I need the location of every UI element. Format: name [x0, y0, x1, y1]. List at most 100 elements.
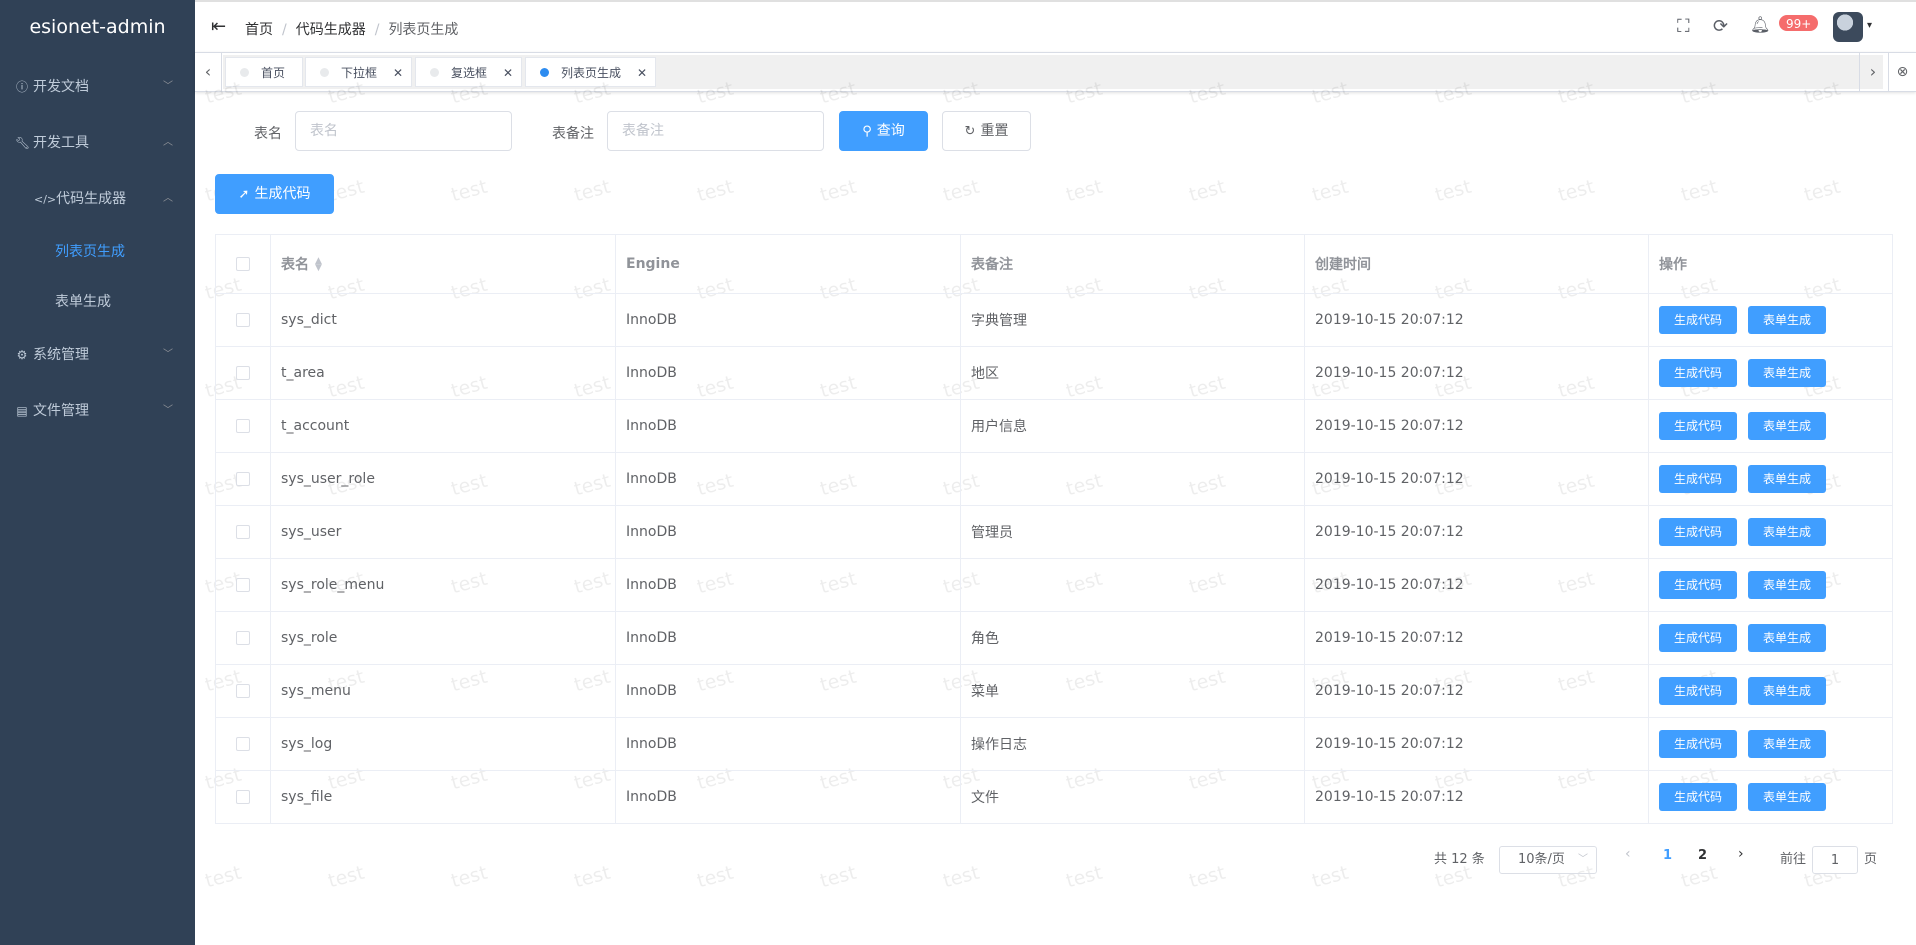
tag-list-page-gen[interactable]: 列表页生成 ✕: [525, 57, 656, 87]
sidebar-item-code-generator[interactable]: </>代码生成器 ︿: [0, 171, 195, 227]
watermark-text: test: [1678, 861, 1720, 893]
row-generate-code-button[interactable]: 生成代码: [1659, 412, 1738, 440]
row-generate-code-button[interactable]: 生成代码: [1659, 306, 1738, 334]
row-checkbox[interactable]: [236, 737, 250, 751]
row-form-generate-button[interactable]: 表单生成: [1748, 306, 1827, 334]
sidebar-item-form-gen[interactable]: 表单生成: [0, 277, 195, 327]
row-form-generate-button[interactable]: 表单生成: [1748, 571, 1827, 599]
tag-dropdown[interactable]: 下拉框 ✕: [305, 57, 412, 87]
bell-icon[interactable]: 🔔︎: [1750, 15, 1770, 34]
table-comment-input[interactable]: [607, 111, 824, 151]
cell-engine: InnoDB: [615, 505, 961, 559]
row-checkbox[interactable]: [236, 684, 250, 698]
breadcrumb-item-code-gen[interactable]: 代码生成器: [296, 22, 366, 38]
chevron-down-icon: ﹀: [163, 81, 173, 92]
watermark-text: test: [1186, 861, 1228, 893]
row-form-generate-button[interactable]: 表单生成: [1748, 518, 1827, 546]
sidebar-item-label: 系统管理: [33, 347, 89, 363]
cell-comment: 文件: [960, 770, 1305, 824]
row-checkbox[interactable]: [236, 313, 250, 327]
breadcrumb-item-home[interactable]: 首页: [245, 22, 273, 38]
cell-table-name: t_account: [270, 399, 616, 453]
watermark-text: test: [817, 861, 859, 893]
watermark-text: test: [1555, 175, 1597, 207]
row-checkbox[interactable]: [236, 578, 250, 592]
goto-page-input[interactable]: [1812, 846, 1858, 874]
row-checkbox[interactable]: [236, 525, 250, 539]
row-generate-code-button[interactable]: 生成代码: [1659, 677, 1738, 705]
cell-table-name: sys_user: [270, 505, 616, 559]
page-size-select[interactable]: 10条/页 ﹀: [1499, 846, 1597, 874]
refresh-icon[interactable]: ⟳: [1713, 16, 1728, 37]
row-generate-code-button[interactable]: 生成代码: [1659, 571, 1738, 599]
menu-fold-icon[interactable]: ⇤: [211, 16, 226, 37]
close-icon[interactable]: ✕: [637, 58, 647, 88]
tag-dot-icon: [540, 68, 549, 77]
sidebar-item-dev-tools[interactable]: 🔧︎ 开发工具 ︿: [0, 115, 195, 171]
row-generate-code-button[interactable]: 生成代码: [1659, 465, 1738, 493]
page-number-2[interactable]: 2: [1698, 848, 1707, 863]
page-number-1[interactable]: 1: [1663, 848, 1672, 863]
row-checkbox[interactable]: [236, 631, 250, 645]
row-form-generate-button[interactable]: 表单生成: [1748, 677, 1827, 705]
sidebar-item-list-page-gen[interactable]: 列表页生成: [0, 227, 195, 277]
row-generate-code-button[interactable]: 生成代码: [1659, 359, 1738, 387]
row-form-generate-button[interactable]: 表单生成: [1748, 412, 1827, 440]
tag-checkbox[interactable]: 复选框 ✕: [415, 57, 522, 87]
table-row: t_area InnoDB 地区 2019-10-15 20:07:12 生成代码 表单生…: [215, 346, 1893, 400]
query-button[interactable]: ⚲ 查询: [839, 111, 928, 151]
watermark-text: test: [940, 861, 982, 893]
tags-scroll-left-icon[interactable]: ‹: [195, 53, 222, 91]
cell-engine: InnoDB: [615, 664, 961, 718]
watermark-text: test: [694, 175, 736, 207]
generate-code-button[interactable]: ➚ 生成代码: [215, 174, 334, 214]
sidebar-item-files[interactable]: ▤ 文件管理 ﹀: [0, 383, 195, 439]
row-select-cell: [215, 611, 271, 665]
search-icon: ⚲: [862, 124, 872, 139]
row-checkbox[interactable]: [236, 366, 250, 380]
next-page-icon[interactable]: ›: [1738, 846, 1744, 862]
row-checkbox[interactable]: [236, 472, 250, 486]
column-header-table-name[interactable]: 表名 ▲ ▼: [270, 234, 616, 294]
cell-comment: 字典管理: [960, 293, 1305, 347]
tag-home[interactable]: 首页: [225, 57, 303, 87]
sidebar-item-system[interactable]: ⚙ 系统管理 ﹀: [0, 327, 195, 383]
row-form-generate-button[interactable]: 表单生成: [1748, 783, 1827, 811]
cell-created: 2019-10-15 20:07:12: [1304, 346, 1649, 400]
row-select-cell: [215, 717, 271, 771]
row-form-generate-button[interactable]: 表单生成: [1748, 624, 1827, 652]
row-checkbox[interactable]: [236, 419, 250, 433]
table-name-input[interactable]: [295, 111, 512, 151]
reset-button[interactable]: ↻ 重置: [942, 111, 1031, 151]
breadcrumb-item-current: 列表页生成: [388, 22, 459, 38]
row-generate-code-button[interactable]: 生成代码: [1659, 783, 1738, 811]
caret-down-icon[interactable]: ▾: [1867, 20, 1872, 31]
row-checkbox[interactable]: [236, 790, 250, 804]
select-all-checkbox[interactable]: [236, 257, 250, 271]
close-icon[interactable]: ✕: [393, 58, 403, 88]
watermark-text: test: [448, 861, 490, 893]
row-form-generate-button[interactable]: 表单生成: [1748, 465, 1827, 493]
avatar[interactable]: [1833, 12, 1863, 42]
rocket-icon: ➚: [238, 187, 250, 202]
sort-icon[interactable]: ▲ ▼: [315, 257, 322, 273]
row-generate-code-button[interactable]: 生成代码: [1659, 518, 1738, 546]
query-button-label: 查询: [876, 123, 905, 139]
tags-scroll-right-icon[interactable]: ›: [1859, 53, 1886, 91]
watermark-text: test: [571, 861, 613, 893]
row-generate-code-button[interactable]: 生成代码: [1659, 624, 1738, 652]
sidebar-item-dev-docs[interactable]: ⓘ 开发文档 ﹀: [0, 59, 195, 115]
table-name-label: 表名: [254, 126, 282, 142]
row-form-generate-button[interactable]: 表单生成: [1748, 730, 1827, 758]
row-generate-code-button[interactable]: 生成代码: [1659, 730, 1738, 758]
cell-actions: 生成代码 表单生成: [1648, 717, 1893, 771]
cell-table-name: t_area: [270, 346, 616, 400]
row-form-generate-button[interactable]: 表单生成: [1748, 359, 1827, 387]
fullscreen-icon[interactable]: ⛶: [1677, 16, 1690, 37]
watermark-text: test: [1432, 175, 1474, 207]
close-icon[interactable]: ✕: [503, 58, 513, 88]
goto-suffix: 页: [1864, 852, 1878, 867]
prev-page-icon[interactable]: ‹: [1625, 846, 1631, 862]
page-size-value: 10条/页: [1518, 852, 1565, 867]
close-all-tags-icon[interactable]: ⊗: [1888, 53, 1916, 91]
